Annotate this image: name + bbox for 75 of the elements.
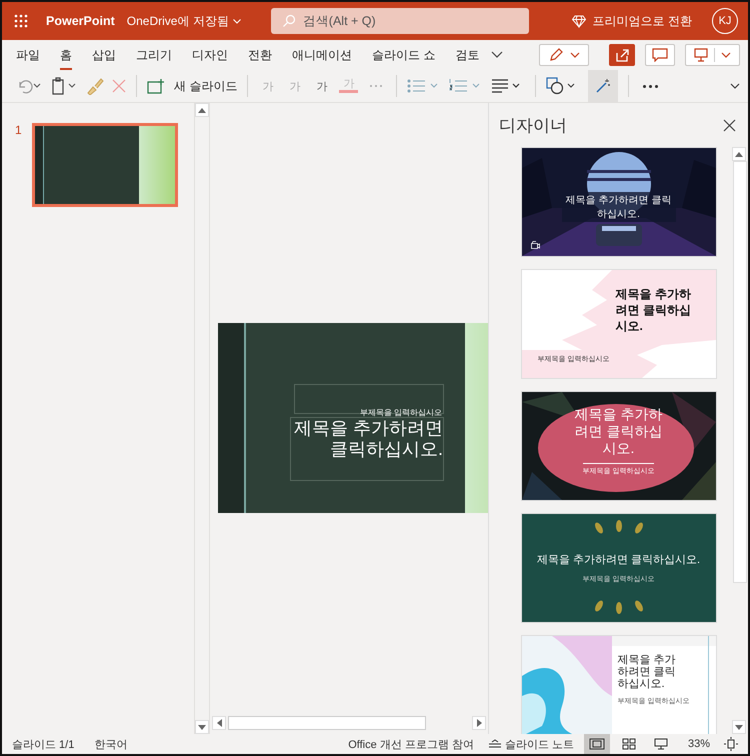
present-dropdown-button[interactable] [685, 44, 740, 66]
normal-view-button[interactable] [584, 734, 610, 754]
video-icon [530, 241, 540, 249]
chevron-down-icon[interactable] [730, 83, 740, 89]
notes-icon [488, 739, 502, 749]
new-slide-icon [147, 78, 165, 94]
chevron-down-icon [570, 52, 580, 58]
file-status-button[interactable]: OneDrive에 저장됨 [126, 12, 241, 30]
new-slide-button[interactable]: 새 슬라이드 [147, 78, 238, 94]
ribbon-tab[interactable]: 전환 [240, 40, 280, 70]
design-title: 제목을 추가하려면 클릭하십시오. [616, 286, 692, 334]
ribbon-tab[interactable]: 홈 [52, 40, 80, 70]
account-avatar[interactable]: KJ [712, 8, 738, 34]
magic-wand-icon [595, 78, 612, 94]
grid-icon [622, 738, 636, 750]
slide-number: 1 [14, 123, 23, 137]
left-arrow-icon [216, 719, 222, 727]
language-label[interactable]: 한국어 [94, 736, 128, 752]
pen-icon [548, 47, 564, 63]
share-icon [614, 47, 630, 63]
scroll-up-button[interactable] [732, 147, 746, 161]
fit-to-window-icon[interactable] [724, 737, 738, 751]
chevron-down-icon[interactable] [491, 51, 504, 59]
share-button[interactable] [609, 44, 635, 66]
notes-button[interactable]: 슬라이드 노트 [488, 736, 574, 752]
ribbon-tab[interactable]: 슬라이드 쇼 [364, 40, 444, 70]
search-icon [282, 14, 296, 28]
app-name: PowerPoint [46, 14, 115, 28]
design-title: 제목을 추가하려면 클릭하십시오. [618, 654, 677, 690]
right-arrow-icon [476, 719, 482, 727]
ribbon-tab[interactable]: 삽입 [84, 40, 124, 70]
presentation-icon [654, 738, 668, 750]
premium-button[interactable]: 프리미엄으로 전환 [572, 12, 692, 30]
close-icon[interactable] [723, 118, 736, 132]
designer-button[interactable] [588, 70, 618, 102]
draw-dropdown-button[interactable] [539, 44, 589, 66]
design-title: 제목을 추가하려면 클릭하십시오. [536, 553, 700, 567]
up-arrow-icon [735, 152, 743, 156]
chevron-down-icon [721, 52, 731, 58]
ribbon-tab[interactable]: 애니메이션 [284, 40, 360, 70]
ribbon-tab[interactable]: 파일 [8, 40, 48, 70]
ribbon-tab[interactable]: 그리기 [128, 40, 180, 70]
ribbon-tab[interactable]: 디자인 [184, 40, 236, 70]
normal-view-icon [588, 738, 605, 750]
scrollbar-thumb[interactable] [733, 161, 747, 583]
slide-canvas[interactable]: 부제목을 입력하십시오 제목을 추가하려면 클릭하십시오. [218, 323, 488, 513]
scroll-down-button[interactable] [195, 720, 209, 734]
diamond-icon [572, 14, 586, 28]
presentation-icon [694, 48, 708, 62]
clipboard-icon[interactable] [50, 77, 78, 95]
comment-icon [652, 48, 668, 62]
scrollbar-thumb[interactable] [228, 716, 426, 730]
design-title: 제목을 추가하려면 클릭하십시오. [574, 406, 664, 457]
slide-thumbnail[interactable] [32, 123, 178, 207]
scroll-down-button[interactable] [732, 720, 746, 734]
zoom-level[interactable]: 33% [688, 738, 710, 750]
feedback-link[interactable]: Office 개선 프로그램 참여 [348, 736, 474, 752]
pane-title: 디자이너 [499, 114, 567, 136]
app-launcher-icon[interactable] [14, 14, 28, 28]
subtitle-placeholder[interactable]: 부제목을 입력하십시오 [318, 407, 442, 418]
slide-count: 슬라이드 1/1 [12, 738, 74, 752]
comment-button[interactable] [645, 44, 675, 66]
scroll-left-button[interactable] [212, 716, 226, 730]
title-placeholder[interactable]: 제목을 추가하려면 클릭하십시오. [290, 417, 444, 481]
ribbon-tab[interactable]: 검토 [447, 40, 488, 70]
down-arrow-icon [198, 724, 206, 730]
up-arrow-icon [198, 108, 206, 112]
design-title: 제목을 추가하려면 클릭하십시오. [562, 192, 676, 222]
design-option[interactable]: 제목을 추가하려면 클릭하십시오. [520, 147, 716, 257]
font-button[interactable]: 가 [312, 78, 332, 94]
search-field[interactable]: 검색(Alt + Q) [270, 8, 529, 34]
scroll-up-button[interactable] [195, 103, 209, 117]
chevron-down-icon [232, 18, 241, 24]
scroll-right-button[interactable] [472, 716, 486, 730]
down-arrow-icon [735, 724, 743, 730]
